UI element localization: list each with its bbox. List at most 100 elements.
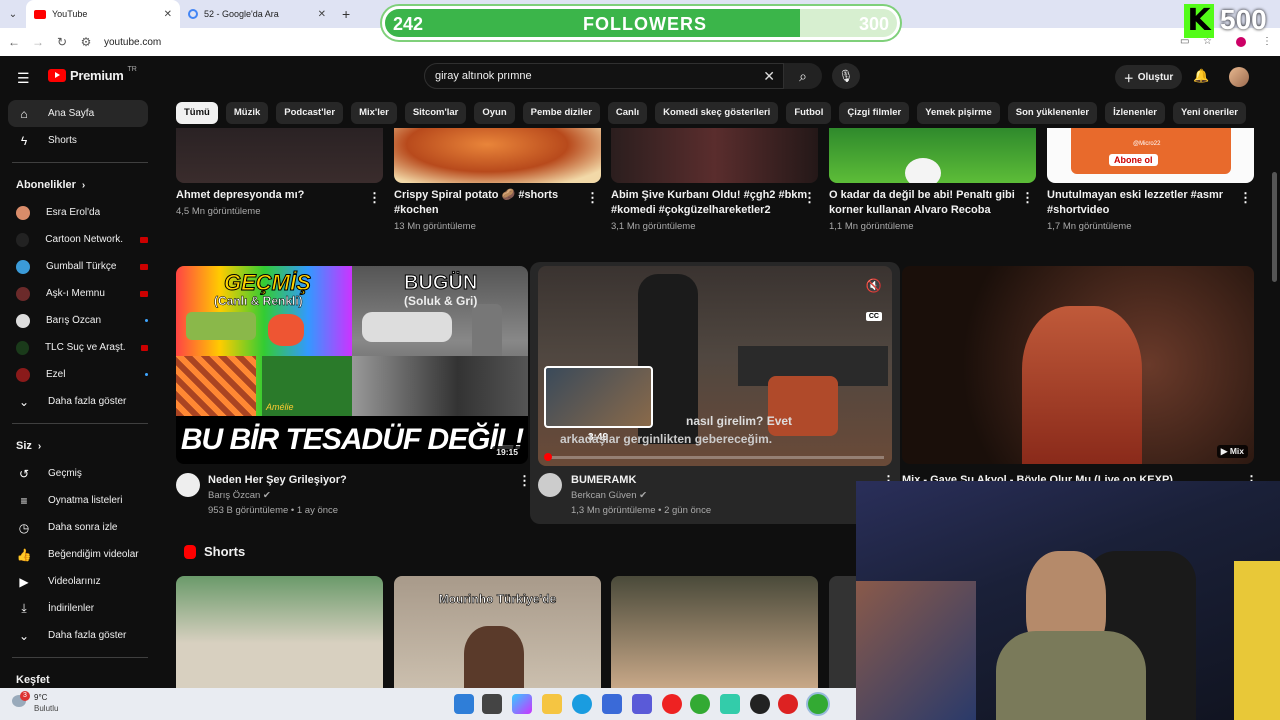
more-options-icon[interactable]: ⋮ [803,190,816,206]
notifications-bell-icon[interactable]: 🔔 [1193,68,1209,84]
filter-chip[interactable]: Son yüklenenler [1007,102,1098,124]
channel-avatar[interactable] [176,473,200,497]
video-title-line-2[interactable]: #shortvideo [1047,203,1109,218]
video-title[interactable]: BUMERAMK [571,473,636,488]
video-title[interactable]: Crispy Spiral potato 🥔 #shorts [394,188,558,203]
search-input[interactable]: giray altınok prımne ✕ [424,63,784,89]
copilot-icon[interactable] [512,694,532,714]
more-options-icon[interactable]: ⋮ [1239,190,1252,206]
you-item[interactable]: ≡ Oynatma listeleri [8,487,148,514]
filter-chip[interactable]: Sitcom'lar [404,102,467,124]
recorder-icon[interactable] [778,694,798,714]
filter-chip[interactable]: Pembe diziler [522,102,600,124]
chrome-active-icon[interactable] [808,694,828,714]
mute-icon[interactable]: 🔇 [866,278,882,294]
filter-chip[interactable]: Mix'ler [351,102,397,124]
sidebar-item-home[interactable]: ⌂ Ana Sayfa [8,100,148,127]
channel-avatar[interactable] [538,473,562,497]
filter-chip[interactable]: Komedi skeç gösterileri [655,102,779,124]
video-title[interactable]: O kadar da değil be abi! Penaltı gibi [829,188,1015,203]
short-thumbnail[interactable] [829,576,856,688]
menu-icon[interactable]: ☰ [17,70,30,87]
filter-chip[interactable]: Futbol [786,102,832,124]
you-heading[interactable]: Siz › [0,432,160,460]
sidebar-item-shorts[interactable]: ϟ Shorts [8,127,148,154]
subscriptions-show-more[interactable]: ⌄ Daha fazla göster [8,388,148,415]
video-thumbnail[interactable] [394,128,601,183]
subscription-item[interactable]: Esra Erol'da [8,199,148,226]
create-button[interactable]: ＋ Oluştur [1115,65,1182,89]
subscriptions-heading[interactable]: Abonelikler › [0,171,160,199]
video-thumbnail[interactable]: ▶ Mix [902,266,1254,464]
subscription-item[interactable]: Barış Özcan [8,307,148,334]
captions-icon[interactable]: CC [865,312,882,321]
filter-chip[interactable]: Yemek pişirme [917,102,1000,124]
back-icon[interactable]: ← [2,35,26,49]
site-info-icon[interactable]: ⚙ [74,35,98,49]
channel-name[interactable]: Barış Özcan ✔ [208,490,271,501]
filter-chip[interactable]: Yeni öneriler [1172,102,1246,124]
file-explorer-icon[interactable] [542,694,562,714]
filter-chip[interactable]: Çizgi filmler [839,102,910,124]
youtube-premium-logo[interactable]: Premium TR [48,66,137,83]
subscription-item[interactable]: TLC Suç ve Araşt... [8,334,148,361]
new-tab-button[interactable]: + [334,6,358,22]
browser-menu-icon[interactable]: ⋮ [1262,36,1272,47]
steam-icon[interactable] [750,694,770,714]
page-scrollbar[interactable] [1272,172,1277,282]
voice-search-button[interactable]: 🎙 [832,63,860,89]
edge-icon[interactable] [572,694,592,714]
filter-chip[interactable]: İzlenenler [1105,102,1165,124]
filter-chip[interactable]: Tümü [176,102,218,124]
subscription-item[interactable]: Gumball Türkçe [8,253,148,280]
video-title-line-2[interactable]: #komedi #çokgüzelhareketler2 [611,203,771,218]
you-item[interactable]: 👍 Beğendiğim videolar [8,541,148,568]
more-options-icon[interactable]: ⋮ [1021,190,1034,206]
forward-icon[interactable]: → [26,35,50,49]
task-view-icon[interactable] [482,694,502,714]
store-icon[interactable] [602,694,622,714]
teams-icon[interactable] [632,694,652,714]
you-item[interactable]: ↺ Geçmiş [8,460,148,487]
video-preview[interactable]: 🔇 CC 3:49 nasıl girelim? Evet arkadaşlar… [538,266,892,466]
url-field[interactable]: youtube.com [104,37,161,48]
video-title[interactable]: Unutulmayan eski lezzetler #asmr [1047,188,1223,203]
video-thumbnail[interactable] [611,128,818,183]
filter-chip[interactable]: Canlı [607,102,648,124]
account-avatar[interactable] [1229,67,1249,87]
search-button[interactable]: ⌕ [784,63,822,89]
close-tab-icon[interactable]: ✕ [318,9,326,20]
chrome-icon[interactable] [690,694,710,714]
video-thumbnail[interactable] [176,128,383,183]
video-title-line-2[interactable]: korner kullanan Alvaro Recoba [829,203,991,218]
more-options-icon[interactable]: ⋮ [368,190,381,206]
you-item[interactable]: ▶ Videolarınız [8,568,148,595]
subscription-item[interactable]: Cartoon Network... [8,226,148,253]
opera-icon[interactable] [662,694,682,714]
filter-chip[interactable]: Podcast'ler [276,102,344,124]
profile-icon[interactable] [1236,37,1246,47]
progress-handle[interactable] [544,453,552,461]
video-title[interactable]: Neden Her Şey Grileşiyor? [208,473,347,488]
short-thumbnail[interactable]: Mourinho Türkiye'de [394,576,601,688]
short-thumbnail[interactable] [611,576,818,688]
more-options-icon[interactable]: ⋮ [586,190,599,206]
you-item[interactable]: ⤓ İndirilenler [8,595,148,622]
tab-search-icon[interactable]: ⌄ [0,0,26,28]
chat-app-icon[interactable] [720,694,740,714]
video-thumbnail[interactable]: Abone ol @Micro22 [1047,128,1254,183]
subscription-item[interactable]: Aşk-ı Memnu [8,280,148,307]
video-title[interactable]: Abim Şive Kurbanı Oldu! #çgh2 #bkm [611,188,807,203]
video-thumbnail[interactable] [829,128,1036,183]
video-title-line-2[interactable]: #kochen [394,203,439,218]
tab-youtube[interactable]: YouTube ✕ [26,0,180,28]
close-tab-icon[interactable]: ✕ [164,9,172,20]
channel-name[interactable]: Berkcan Güven ✔ [571,490,647,501]
clear-search-icon[interactable]: ✕ [763,68,775,85]
windows-start-icon[interactable] [454,694,474,714]
reload-icon[interactable]: ↻ [50,35,74,49]
you-item[interactable]: ◷ Daha sonra izle [8,514,148,541]
progress-track[interactable] [546,456,884,459]
filter-chip[interactable]: Oyun [474,102,515,124]
filter-chip[interactable]: Müzik [225,102,269,124]
